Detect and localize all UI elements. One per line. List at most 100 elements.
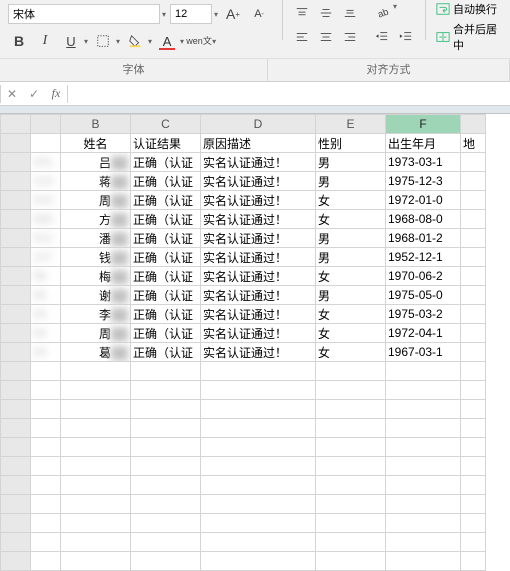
cell[interactable]: 女 — [316, 343, 386, 362]
cell[interactable]: 实名认证通过！ — [201, 324, 316, 343]
row-header[interactable] — [1, 533, 31, 552]
cell[interactable] — [31, 438, 61, 457]
col-header-a[interactable] — [31, 115, 61, 134]
cell[interactable]: 实名认证通过！ — [201, 191, 316, 210]
increase-indent-button[interactable] — [395, 26, 417, 48]
cell[interactable]: 实名认证通过！ — [201, 286, 316, 305]
cell[interactable]: 地 — [461, 134, 486, 153]
shrink-font-button[interactable]: A- — [248, 3, 270, 25]
cell[interactable] — [386, 495, 461, 514]
cell[interactable]: 03 — [31, 343, 61, 362]
cell[interactable] — [461, 457, 486, 476]
cell[interactable]: 男 — [316, 172, 386, 191]
cell[interactable] — [31, 134, 61, 153]
cell[interactable] — [61, 381, 131, 400]
row-header[interactable] — [1, 172, 31, 191]
cell[interactable] — [316, 533, 386, 552]
cell[interactable] — [461, 191, 486, 210]
cell[interactable] — [461, 267, 486, 286]
cell[interactable] — [201, 514, 316, 533]
cell[interactable] — [316, 457, 386, 476]
phonetic-dropdown-icon[interactable]: ▾ — [212, 37, 216, 46]
col-header-g[interactable] — [461, 115, 486, 134]
cell[interactable] — [31, 495, 61, 514]
cell[interactable] — [316, 419, 386, 438]
cell[interactable] — [316, 400, 386, 419]
font-size-select[interactable] — [170, 4, 212, 24]
row-header[interactable] — [1, 362, 31, 381]
accept-formula-button[interactable]: ✓ — [23, 83, 45, 105]
cell[interactable]: 1968-08-0 — [386, 210, 461, 229]
cell[interactable]: 实名认证通过！ — [201, 343, 316, 362]
cell[interactable]: 1972-04-1 — [386, 324, 461, 343]
cell[interactable] — [131, 457, 201, 476]
cell[interactable]: 男 — [316, 286, 386, 305]
cell[interactable]: 姓名 — [61, 134, 131, 153]
cell[interactable] — [201, 495, 316, 514]
cell[interactable]: 谢██ — [61, 286, 131, 305]
wrap-text-button[interactable]: 自动换行 — [434, 0, 510, 18]
cell[interactable] — [201, 419, 316, 438]
select-all-corner[interactable] — [1, 115, 31, 134]
align-right-button[interactable] — [339, 26, 361, 48]
cell[interactable] — [461, 514, 486, 533]
cell[interactable]: 吕██ — [61, 153, 131, 172]
cell[interactable] — [31, 552, 61, 571]
cell[interactable] — [61, 533, 131, 552]
cell[interactable] — [31, 419, 61, 438]
cell[interactable]: 03 — [31, 305, 61, 324]
underline-dropdown-icon[interactable]: ▾ — [84, 37, 88, 46]
col-header-d[interactable]: D — [201, 115, 316, 134]
cell[interactable]: 钱██ — [61, 248, 131, 267]
cell[interactable]: 1970-06-2 — [386, 267, 461, 286]
cell[interactable]: 正确（认证 — [131, 153, 201, 172]
cell[interactable] — [461, 153, 486, 172]
cell[interactable] — [61, 438, 131, 457]
col-header-c[interactable]: C — [131, 115, 201, 134]
grow-font-button[interactable]: A+ — [222, 3, 244, 25]
row-header[interactable] — [1, 210, 31, 229]
cell[interactable]: 1975-05-0 — [386, 286, 461, 305]
cell[interactable]: 男 — [316, 153, 386, 172]
row-header[interactable] — [1, 267, 31, 286]
cell[interactable] — [201, 533, 316, 552]
row-header[interactable] — [1, 229, 31, 248]
cell[interactable]: 实名认证通过！ — [201, 267, 316, 286]
cell[interactable]: 06 — [31, 267, 61, 286]
cell[interactable]: 正确（认证 — [131, 172, 201, 191]
phonetic-button[interactable]: wen文 — [188, 30, 210, 52]
cell[interactable] — [316, 514, 386, 533]
row-header[interactable] — [1, 476, 31, 495]
cell[interactable] — [131, 438, 201, 457]
cell[interactable] — [131, 495, 201, 514]
col-header-f[interactable]: F — [386, 115, 461, 134]
cell[interactable]: 出生年月 — [386, 134, 461, 153]
row-header[interactable] — [1, 514, 31, 533]
cell[interactable]: 1975-12-3 — [386, 172, 461, 191]
cell[interactable]: 正确（认证 — [131, 324, 201, 343]
decrease-indent-button[interactable] — [371, 26, 393, 48]
cell[interactable]: 123 — [31, 172, 61, 191]
cell[interactable] — [386, 476, 461, 495]
cell[interactable] — [461, 343, 486, 362]
cell[interactable]: 正确（认证 — [131, 248, 201, 267]
border-button[interactable] — [92, 30, 114, 52]
cell[interactable]: 潘██ — [61, 229, 131, 248]
cell[interactable] — [201, 476, 316, 495]
fill-color-dropdown-icon[interactable]: ▾ — [148, 37, 152, 46]
cell[interactable] — [461, 381, 486, 400]
bold-button[interactable]: B — [8, 30, 30, 52]
cell[interactable] — [201, 457, 316, 476]
row-header[interactable] — [1, 324, 31, 343]
cell[interactable]: 女 — [316, 267, 386, 286]
cell[interactable] — [386, 514, 461, 533]
font-color-dropdown-icon[interactable]: ▾ — [180, 37, 184, 46]
cell[interactable]: 010 — [31, 191, 61, 210]
row-header[interactable] — [1, 381, 31, 400]
row-header[interactable] — [1, 419, 31, 438]
cell[interactable] — [131, 514, 201, 533]
cell[interactable] — [61, 400, 131, 419]
cell[interactable] — [31, 457, 61, 476]
cell[interactable] — [61, 457, 131, 476]
cell[interactable] — [31, 381, 61, 400]
